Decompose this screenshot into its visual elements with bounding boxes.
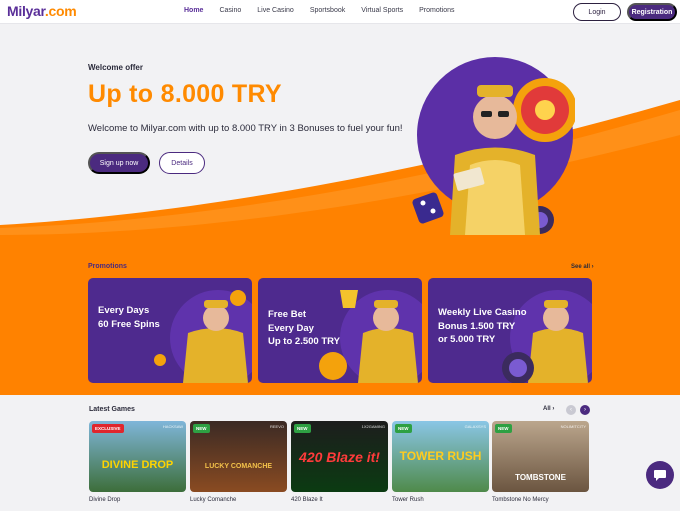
nav-live-casino[interactable]: Live Casino: [257, 7, 294, 14]
hero-character-image: [412, 57, 575, 235]
signup-button[interactable]: Sign up now: [88, 152, 150, 174]
logo-text: Milyar: [7, 3, 45, 19]
promotions-see-all-link[interactable]: See all ›: [571, 264, 594, 270]
promo-card-free-spins[interactable]: Every Days 60 Free Spins: [88, 278, 252, 383]
offer-headline: Up to 8.000 TRY: [88, 80, 282, 108]
game-art-title: TOMBSTONE: [515, 473, 566, 482]
latest-games-all-link[interactable]: All ›: [543, 406, 554, 412]
chat-bubble-icon: [654, 469, 666, 481]
nav-virtual-sports[interactable]: Virtual Sports: [361, 7, 403, 14]
login-button[interactable]: Login: [573, 3, 621, 21]
game-art-title: 420 Blaze it!: [299, 449, 380, 465]
game-art-title: TOWER RUSH: [399, 449, 482, 463]
game-badge: NEW: [495, 424, 512, 433]
carousel-prev-button[interactable]: ‹: [566, 405, 576, 415]
logo-suffix: .com: [44, 3, 77, 19]
registration-button[interactable]: Registration: [627, 3, 677, 21]
game-provider: NOLIMITCITY: [560, 424, 586, 429]
promo-card-text: Every Days 60 Free Spins: [98, 305, 160, 330]
game-tile-tower-rush[interactable]: NEW GALAXSYS TOWER RUSH: [392, 421, 489, 492]
game-name[interactable]: Divine Drop: [89, 497, 120, 503]
game-tile-420-blaze-it[interactable]: NEW 1X2GAMING 420 Blaze it!: [291, 421, 388, 492]
hero-section: Welcome offer Up to 8.000 TRY Welcome to…: [0, 25, 680, 395]
game-provider: 1X2GAMING: [361, 424, 385, 429]
game-art-title: DIVINE DROP: [101, 459, 174, 471]
game-badge: EXCLUSIVE: [92, 424, 124, 433]
promotions-title: Promotions: [88, 263, 127, 270]
game-badge: NEW: [294, 424, 311, 433]
game-name[interactable]: Lucky Comanche: [190, 497, 236, 503]
game-name[interactable]: Tombstone No Mercy: [492, 497, 549, 503]
promo-card-text: Weekly Live Casino Bonus 1.500 TRY or 5.…: [438, 307, 527, 345]
chat-button[interactable]: [646, 461, 674, 489]
game-badge: NEW: [395, 424, 412, 433]
main-nav: Home Casino Live Casino Sportsbook Virtu…: [184, 7, 471, 14]
offer-eyebrow: Welcome offer: [88, 63, 143, 72]
game-art-title: LUCKY COMANCHE: [204, 463, 273, 470]
game-badge: NEW: [193, 424, 210, 433]
game-name[interactable]: Tower Rush: [392, 497, 424, 503]
nav-home[interactable]: Home: [184, 7, 203, 14]
carousel-next-button[interactable]: ›: [580, 405, 590, 415]
promo-card-text: Free Bet Every Day Up to 2.500 TRY: [268, 309, 340, 347]
game-name[interactable]: 420 Blaze It: [291, 497, 323, 503]
top-header: Milyar.com Home Casino Live Casino Sport…: [0, 0, 680, 24]
details-button[interactable]: Details: [159, 152, 205, 174]
chevron-left-icon: ‹: [570, 407, 572, 413]
nav-sportsbook[interactable]: Sportsbook: [310, 7, 345, 14]
game-tile-tombstone-no-mercy[interactable]: NEW NOLIMITCITY TOMBSTONE: [492, 421, 589, 492]
game-provider: REEVO: [269, 424, 284, 429]
game-provider: GALAXSYS: [464, 424, 486, 429]
brand-logo[interactable]: Milyar.com: [7, 3, 77, 19]
promo-card-free-bet[interactable]: Free Bet Every Day Up to 2.500 TRY: [258, 278, 422, 383]
nav-promotions[interactable]: Promotions: [419, 7, 454, 14]
game-tile-lucky-comanche[interactable]: NEW REEVO LUCKY COMANCHE: [190, 421, 287, 492]
game-provider: HACKSAW: [162, 424, 183, 429]
nav-casino[interactable]: Casino: [219, 7, 241, 14]
chevron-right-icon: ›: [584, 407, 586, 413]
latest-games-title: Latest Games: [89, 406, 135, 413]
promo-card-live-casino[interactable]: Weekly Live Casino Bonus 1.500 TRY or 5.…: [428, 278, 592, 383]
offer-description: Welcome to Milyar.com with up to 8.000 T…: [88, 123, 403, 134]
game-tile-divine-drop[interactable]: EXCLUSIVE HACKSAW DIVINE DROP: [89, 421, 186, 492]
